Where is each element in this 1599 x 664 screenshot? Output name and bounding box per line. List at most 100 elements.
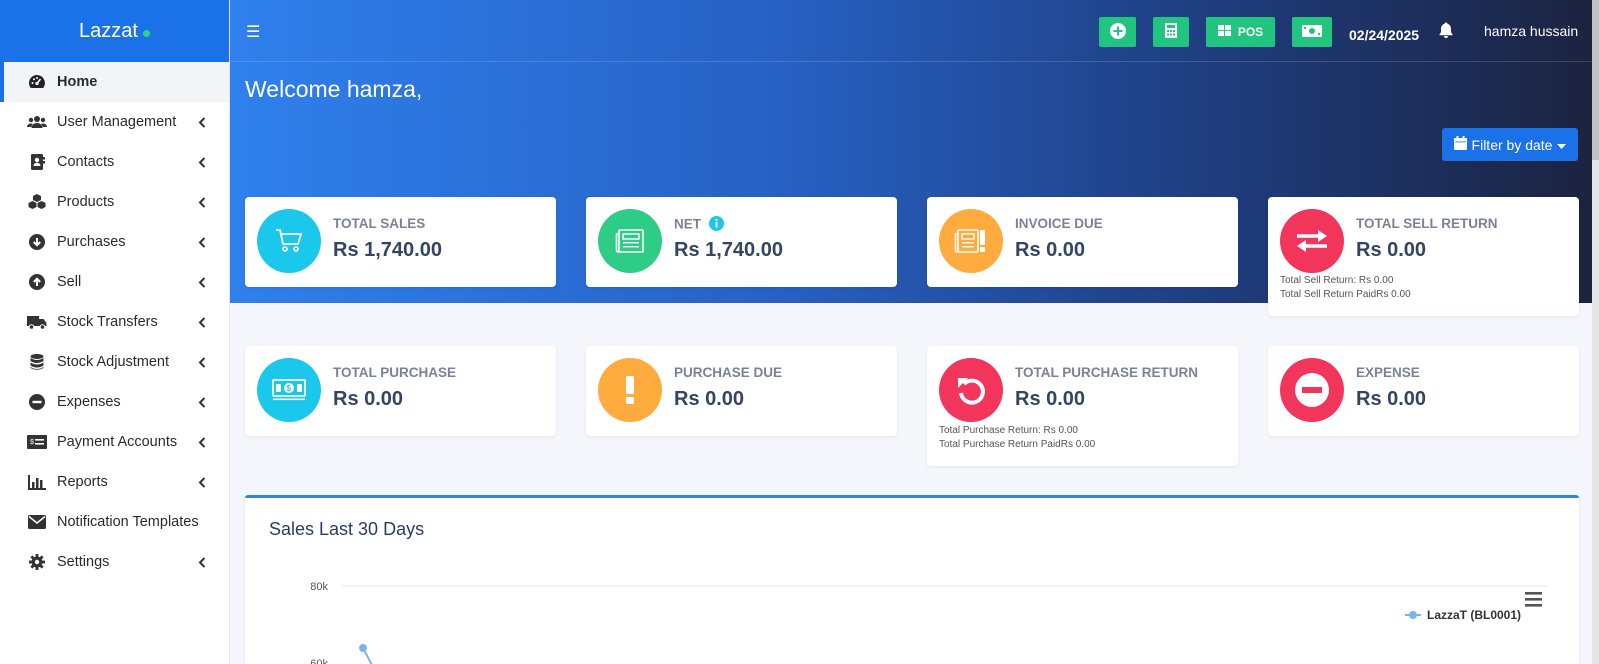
database-icon bbox=[27, 353, 47, 371]
filter-by-date-label: Filter by date bbox=[1471, 136, 1553, 153]
sidebar-item-label: Reports bbox=[57, 474, 108, 490]
sidebar-item-purchases[interactable]: Purchases bbox=[0, 222, 229, 262]
chevron-left-icon bbox=[195, 555, 209, 569]
chevron-left-icon bbox=[195, 115, 209, 129]
card-label: NET bbox=[674, 216, 724, 234]
card-value: Rs 1,740.00 bbox=[674, 239, 783, 261]
sidebar: Lazzat Home User Management Contacts Pro… bbox=[0, 0, 230, 664]
chevron-left-icon bbox=[195, 315, 209, 329]
arrow-circle-up-icon bbox=[27, 273, 47, 291]
sidebar-item-stock-adjustment[interactable]: Stock Adjustment bbox=[0, 342, 229, 382]
menu-toggle-icon[interactable]: ☰ bbox=[246, 22, 260, 42]
sidebar-item-label: Sell bbox=[57, 274, 82, 290]
sidebar-item-label: Stock Adjustment bbox=[57, 354, 170, 370]
card-value: Rs 0.00 bbox=[1356, 388, 1427, 410]
chart-menu-icon[interactable] bbox=[1525, 592, 1542, 607]
sidebar-item-label: Payment Accounts bbox=[57, 434, 178, 450]
sidebar-item-notification-templates[interactable]: Notification Templates bbox=[0, 502, 229, 542]
card-value: Rs 0.00 bbox=[1015, 239, 1086, 261]
card-label: EXPENSE bbox=[1356, 365, 1420, 380]
y-tick-60k: 60k bbox=[310, 658, 328, 664]
grid-icon bbox=[1217, 25, 1231, 39]
svg-text:$: $ bbox=[30, 439, 34, 446]
legend-item[interactable]: LazzaT (BL0001) bbox=[1405, 608, 1521, 622]
sidebar-item-payment-accounts[interactable]: $ Payment Accounts bbox=[0, 422, 229, 462]
chevron-left-icon bbox=[195, 435, 209, 449]
arrow-circle-down-icon bbox=[27, 233, 47, 251]
card-value: Rs 0.00 bbox=[674, 388, 745, 410]
card-value: Rs 0.00 bbox=[333, 388, 404, 410]
brand[interactable]: Lazzat bbox=[0, 0, 229, 62]
card-value: Rs 0.00 bbox=[1015, 388, 1086, 410]
info-icon[interactable] bbox=[708, 216, 724, 234]
topbar: ☰ POS 02/24/2025 hamza hussain bbox=[230, 0, 1592, 62]
sidebar-item-reports[interactable]: Reports bbox=[0, 462, 229, 502]
brand-name: Lazzat bbox=[79, 19, 138, 42]
sidebar-item-label: Expenses bbox=[57, 394, 121, 410]
chevron-left-icon bbox=[195, 155, 209, 169]
sidebar-item-label: User Management bbox=[57, 114, 177, 130]
sidebar-menu: Home User Management Contacts Products P… bbox=[0, 62, 229, 582]
legend-label: LazzaT (BL0001) bbox=[1427, 608, 1521, 622]
sidebar-item-products[interactable]: Products bbox=[0, 182, 229, 222]
sidebar-item-label: Purchases bbox=[57, 234, 126, 250]
gear-icon bbox=[27, 553, 47, 571]
card-value: Rs 0.00 bbox=[1356, 239, 1427, 261]
net-card: NET Rs 1,740.00 bbox=[586, 197, 897, 287]
money-bill-icon: $ bbox=[257, 358, 321, 422]
cash-register-button[interactable] bbox=[1292, 17, 1332, 47]
address-book-icon bbox=[27, 153, 47, 171]
chevron-left-icon bbox=[195, 355, 209, 369]
card-label: TOTAL PURCHASE bbox=[333, 365, 457, 380]
users-icon bbox=[27, 113, 47, 131]
purchase-due-card: PURCHASE DUE Rs 0.00 bbox=[586, 346, 897, 436]
dashboard-icon bbox=[27, 73, 47, 91]
total-sales-card: TOTAL SALES Rs 1,740.00 bbox=[245, 197, 556, 287]
money-check-icon: $ bbox=[27, 433, 47, 451]
expense-card: EXPENSE Rs 0.00 bbox=[1268, 346, 1579, 436]
plus-circle-icon bbox=[1109, 22, 1126, 42]
add-button[interactable] bbox=[1099, 17, 1136, 47]
invoice-alert-icon bbox=[939, 209, 1003, 273]
sidebar-item-contacts[interactable]: Contacts bbox=[0, 142, 229, 182]
chevron-left-icon bbox=[195, 475, 209, 489]
net-label: NET bbox=[674, 216, 701, 232]
chevron-left-icon bbox=[195, 275, 209, 289]
total-purchase-card: $ TOTAL PURCHASE Rs 0.00 bbox=[245, 346, 556, 436]
welcome-heading: Welcome hamza, bbox=[245, 76, 423, 102]
data-point[interactable] bbox=[359, 644, 367, 652]
bell-icon[interactable] bbox=[1439, 22, 1453, 43]
sidebar-item-label: Contacts bbox=[57, 154, 115, 170]
total-purchase-return-card: TOTAL PURCHASE RETURN Rs 0.00 Total Purc… bbox=[927, 346, 1238, 466]
truck-icon bbox=[27, 313, 47, 331]
page-scrollbar[interactable] bbox=[1592, 0, 1599, 664]
pos-button[interactable]: POS bbox=[1206, 17, 1275, 47]
card-label: TOTAL SALES bbox=[333, 216, 426, 231]
newspaper-icon bbox=[598, 209, 662, 273]
caret-down-icon bbox=[1557, 137, 1567, 153]
user-menu[interactable]: hamza hussain bbox=[1484, 23, 1578, 39]
calculator-button[interactable] bbox=[1153, 17, 1189, 47]
sidebar-item-stock-transfers[interactable]: Stock Transfers bbox=[0, 302, 229, 342]
filter-by-date-button[interactable]: Filter by date bbox=[1442, 128, 1578, 161]
sidebar-item-label: Notification Templates bbox=[57, 514, 199, 530]
current-date: 02/24/2025 bbox=[1349, 27, 1420, 43]
sidebar-item-user-management[interactable]: User Management bbox=[0, 102, 229, 142]
y-tick-80k: 80k bbox=[310, 581, 328, 593]
minus-circle-icon bbox=[27, 393, 47, 411]
sidebar-item-settings[interactable]: Settings bbox=[0, 542, 229, 582]
card-label: TOTAL SELL RETURN bbox=[1356, 216, 1498, 231]
undo-icon bbox=[939, 358, 1003, 422]
scrollbar-thumb[interactable] bbox=[1592, 0, 1599, 160]
sidebar-item-expenses[interactable]: Expenses bbox=[0, 382, 229, 422]
sidebar-item-home[interactable]: Home bbox=[0, 62, 229, 102]
calculator-icon bbox=[1165, 23, 1177, 41]
card-label: TOTAL PURCHASE RETURN bbox=[1015, 365, 1199, 380]
minus-circle-icon bbox=[1280, 358, 1344, 422]
sell-return-paid-detail: Total Sell Return PaidRs 0.00 bbox=[1280, 289, 1411, 300]
card-label: PURCHASE DUE bbox=[674, 365, 783, 380]
cubes-icon bbox=[27, 193, 47, 211]
online-status-dot bbox=[142, 29, 150, 37]
sidebar-item-sell[interactable]: Sell bbox=[0, 262, 229, 302]
purchase-return-detail: Total Purchase Return: Rs 0.00 bbox=[939, 425, 1078, 436]
